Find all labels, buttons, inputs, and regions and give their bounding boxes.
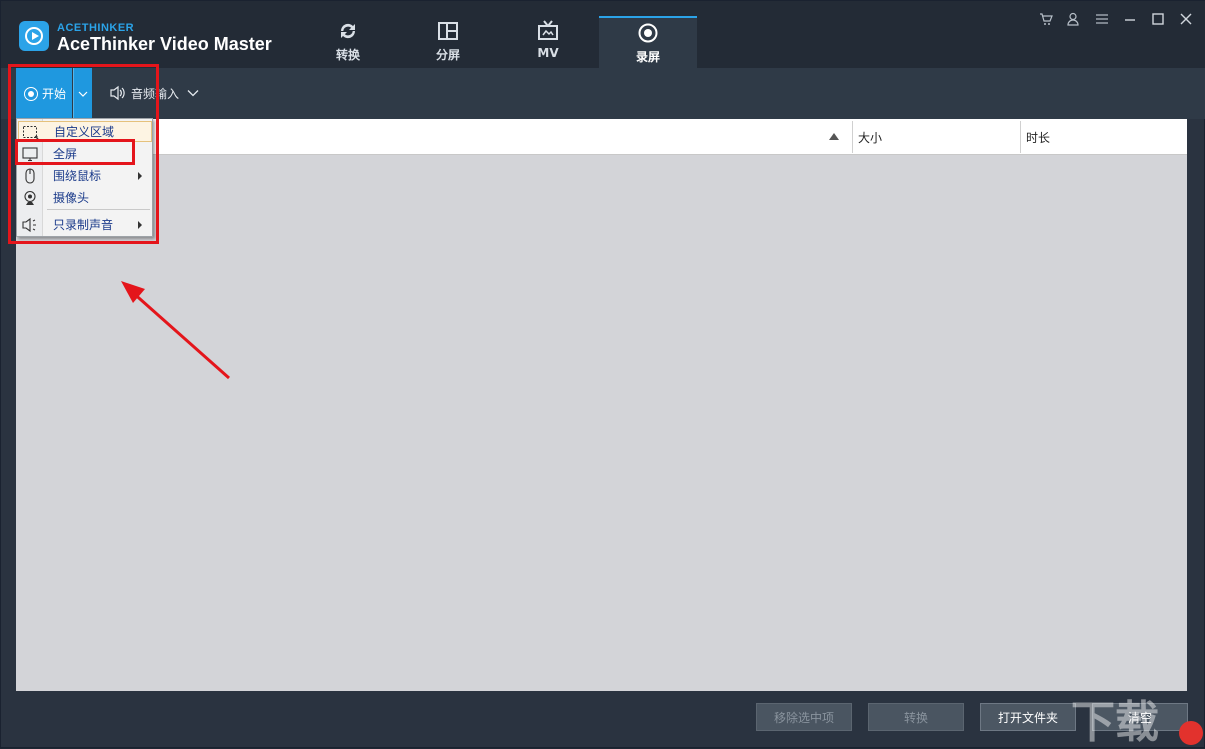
cart-icon[interactable] — [1038, 11, 1054, 27]
remove-selected-button[interactable]: 移除选中项 — [756, 703, 852, 731]
tab-screen-record[interactable]: 录屏 — [599, 16, 697, 68]
annotation-box-fullscreen — [15, 139, 135, 165]
column-size[interactable]: 大小 — [852, 119, 1020, 155]
maximize-icon[interactable] — [1150, 11, 1166, 27]
tab-split-label: 分屏 — [435, 48, 460, 62]
app-title: AceThinker Video Master — [57, 34, 272, 54]
close-icon[interactable] — [1178, 11, 1194, 27]
brand-small: ACETHINKER — [57, 22, 135, 34]
tab-convert-label: 转换 — [335, 48, 360, 62]
recording-list: 大小 时长 — [16, 119, 1187, 691]
minimize-icon[interactable] — [1122, 11, 1138, 27]
column-duration[interactable]: 时长 — [1020, 119, 1187, 155]
menu-icon[interactable] — [1094, 11, 1110, 27]
app-logo-icon — [19, 21, 49, 51]
user-icon[interactable] — [1065, 11, 1081, 27]
title-bar: ACETHINKER AceThinker Video Master 转换 分屏… — [1, 1, 1205, 68]
convert-button[interactable]: 转换 — [868, 703, 964, 731]
chevron-down-icon — [187, 90, 199, 97]
tab-mv[interactable]: MV — [499, 16, 597, 68]
tab-mv-label: MV — [537, 46, 559, 60]
tab-record-label: 录屏 — [635, 50, 660, 64]
refresh-icon — [337, 20, 359, 42]
table-header: 大小 时长 — [16, 119, 1187, 155]
svg-text:下载: 下载 — [1071, 697, 1159, 748]
split-screen-icon — [437, 20, 459, 42]
tab-convert[interactable]: 转换 — [299, 16, 397, 68]
tv-icon — [537, 20, 559, 42]
watermark-logo: 下载 — [1071, 697, 1203, 748]
record-icon — [637, 22, 659, 44]
app-window: ACETHINKER AceThinker Video Master 转换 分屏… — [0, 0, 1205, 748]
tab-split-screen[interactable]: 分屏 — [399, 16, 497, 68]
toolbar: 开始 音频输入 — [1, 68, 1205, 119]
open-folder-button[interactable]: 打开文件夹 — [980, 703, 1076, 731]
sort-ascending-icon[interactable] — [829, 133, 839, 140]
annotation-arrow — [121, 281, 230, 380]
